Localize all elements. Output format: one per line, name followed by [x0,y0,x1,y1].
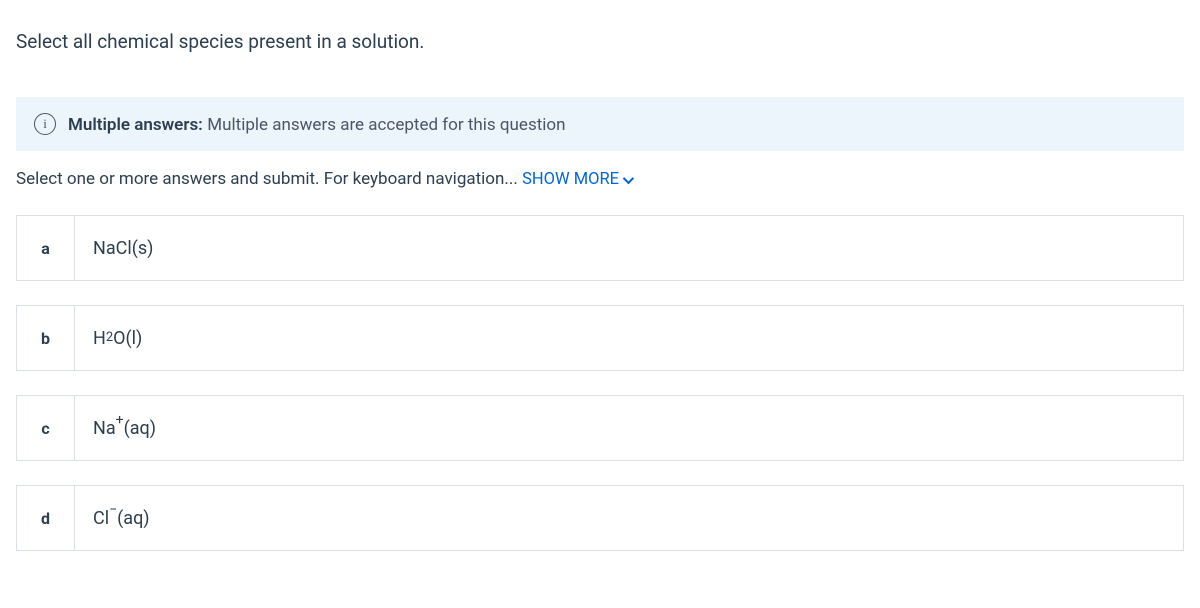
answer-option[interactable]: b H2O(l) [16,305,1184,371]
question-prompt: Select all chemical species present in a… [16,30,1184,53]
info-banner: i Multiple answers: Multiple answers are… [16,97,1184,151]
info-label: Multiple answers: [68,115,203,135]
info-icon: i [34,113,56,135]
option-content: H2O(l) [75,306,1183,370]
option-letter: d [17,486,75,550]
answer-option[interactable]: c Na+(aq) [16,395,1184,461]
info-content: Multiple answers: Multiple answers are a… [68,114,566,135]
option-letter: a [17,216,75,280]
answer-option[interactable]: a NaCl(s) [16,215,1184,281]
option-letter: c [17,396,75,460]
show-more-toggle[interactable]: SHOW MORE [522,170,631,189]
show-more-label: SHOW MORE [522,170,619,189]
instruction-text: Select one or more answers and submit. F… [16,169,518,189]
info-text-body: Multiple answers are accepted for this q… [207,115,565,135]
answer-option[interactable]: d Cl−(aq) [16,485,1184,551]
instruction-row: Select one or more answers and submit. F… [16,169,1184,189]
option-content: NaCl(s) [75,216,1183,280]
chevron-down-icon [623,172,634,183]
option-content: Na+(aq) [75,396,1183,460]
answer-options: a NaCl(s) b H2O(l) c Na+(aq) d Cl−(aq) [16,215,1184,551]
option-content: Cl−(aq) [75,486,1183,550]
option-letter: b [17,306,75,370]
